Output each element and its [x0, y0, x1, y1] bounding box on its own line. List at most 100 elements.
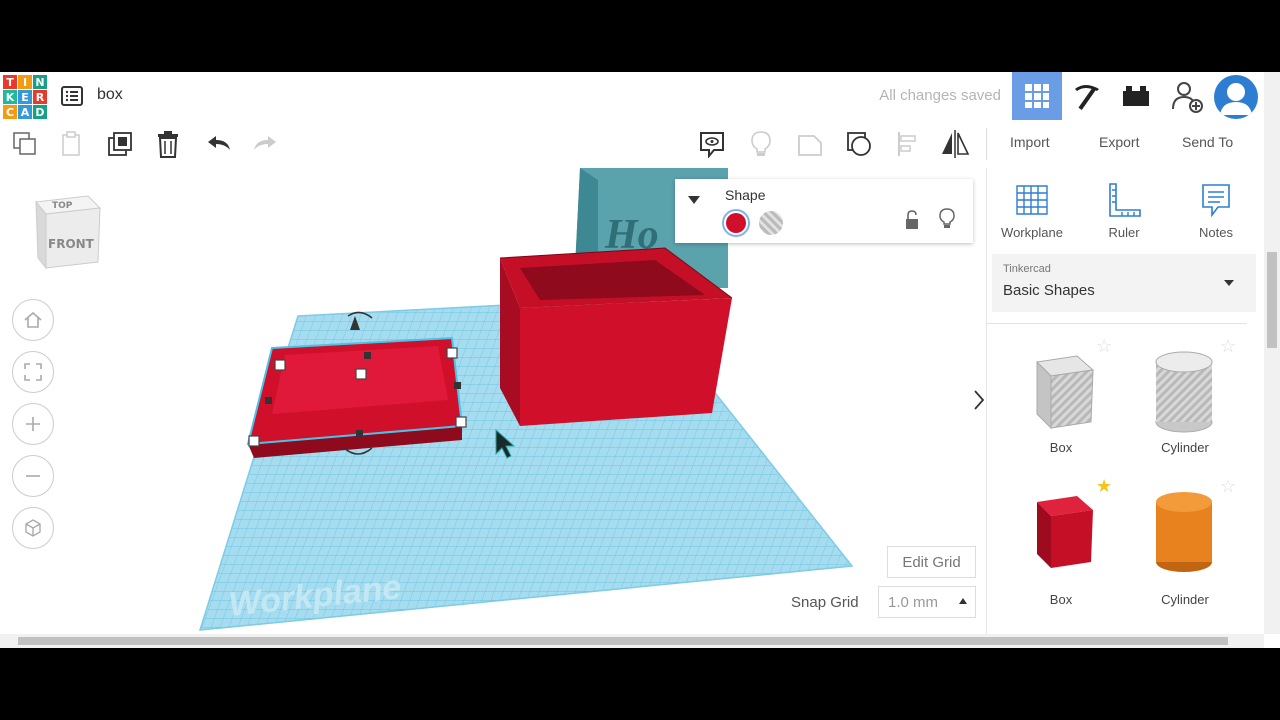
shape-name: Box — [1049, 592, 1073, 607]
list-icon — [61, 86, 83, 106]
pickaxe-view-button[interactable] — [1062, 72, 1112, 120]
edit-toolbar: Import Export Send To — [0, 120, 1280, 168]
lightbulb-icon — [751, 131, 771, 156]
horizontal-scroll-thumb[interactable] — [18, 637, 1228, 645]
lock-icon[interactable] — [904, 210, 920, 230]
add-user-icon — [1172, 82, 1203, 113]
ruler-tool[interactable]: Ruler — [1089, 182, 1159, 240]
solid-box-icon — [1037, 496, 1093, 568]
import-button[interactable]: Import — [1010, 134, 1050, 150]
shape-inspector: Shape — [675, 179, 973, 243]
shapes-grid: ☆ Box ☆ Cylinder ★ Box ☆ Cylinder — [987, 323, 1247, 635]
solid-option[interactable] — [722, 209, 750, 237]
redo-icon — [254, 136, 276, 150]
vertical-scroll-thumb[interactable] — [1267, 252, 1277, 348]
brick-icon — [1123, 86, 1149, 106]
notes-tool[interactable]: Notes — [1181, 182, 1251, 240]
send-to-button[interactable]: Send To — [1182, 134, 1233, 150]
vertical-scrollbar[interactable] — [1264, 72, 1280, 634]
logo-letter: K — [3, 90, 17, 104]
view-cube[interactable]: TOP FRONT — [30, 190, 110, 272]
user-avatar[interactable] — [1214, 75, 1258, 119]
tinkercad-logo[interactable]: TIN KER CAD — [3, 75, 47, 119]
plus-icon — [26, 417, 40, 431]
group-button[interactable] — [793, 128, 827, 160]
logo-letter: R — [33, 90, 47, 104]
caret-up-icon — [959, 598, 967, 604]
fit-view-button[interactable] — [12, 351, 54, 393]
horizontal-scrollbar[interactable] — [0, 634, 1264, 648]
workplane-tool[interactable]: Workplane — [997, 182, 1067, 240]
3d-workspace[interactable]: Workplane Ho TOP FRONT Shape Edit Grid S… — [0, 168, 986, 634]
favorite-star-icon[interactable]: ☆ — [1096, 336, 1112, 357]
ungroup-button[interactable] — [842, 128, 876, 160]
shape-tile-hole-box[interactable]: ☆ Box — [1001, 336, 1121, 476]
collapse-panel-button[interactable] — [968, 375, 986, 425]
undo-icon — [208, 136, 230, 150]
visibility-bulb-icon[interactable] — [939, 208, 955, 230]
caret-down-icon — [1224, 280, 1234, 286]
show-all-button[interactable] — [744, 128, 778, 160]
edit-grid-button[interactable]: Edit Grid — [887, 546, 976, 578]
projection-toggle-button[interactable] — [12, 507, 54, 549]
export-button[interactable]: Export — [1099, 134, 1139, 150]
group-icon — [798, 135, 822, 156]
favorite-star-icon[interactable]: ☆ — [1220, 476, 1236, 497]
zoom-in-button[interactable] — [12, 403, 54, 445]
shape-tile-solid-box[interactable]: ★ Box — [1001, 476, 1121, 628]
fit-all-icon — [24, 363, 42, 381]
favorite-star-icon[interactable]: ☆ — [1220, 336, 1236, 357]
document-title[interactable]: box — [97, 86, 123, 104]
home-icon — [24, 311, 42, 328]
hole-option[interactable] — [759, 211, 783, 235]
red-open-box[interactable] — [499, 247, 733, 426]
undo-button[interactable] — [202, 128, 236, 160]
home-view-button[interactable] — [12, 299, 54, 341]
shape-tile-solid-cylinder[interactable]: ☆ Cylinder — [1125, 476, 1245, 628]
redo-button[interactable] — [248, 128, 282, 160]
tinkercad-app: TINKERCAD box All changes saved Import E… — [0, 72, 1280, 648]
copy-button[interactable] — [8, 128, 42, 160]
align-button[interactable] — [891, 128, 925, 160]
snap-grid-label: Snap Grid — [791, 594, 859, 611]
invite-people-button[interactable] — [1162, 72, 1212, 120]
save-status: All changes saved — [879, 87, 1001, 104]
speech-bubble-icon — [700, 132, 724, 158]
paste-icon — [62, 131, 80, 156]
cube-icon — [25, 519, 41, 537]
mirror-button[interactable] — [938, 128, 972, 160]
collapse-caret-icon[interactable] — [687, 195, 701, 205]
favorite-star-icon[interactable]: ★ — [1096, 476, 1112, 497]
design-list-button[interactable] — [60, 84, 84, 108]
logo-letter: A — [18, 105, 32, 119]
top-bar: TIN KER CAD box All changes saved — [0, 72, 1280, 121]
shape-inspector-title: Shape — [725, 187, 766, 203]
copy-icon — [13, 132, 36, 155]
notes-icon — [1202, 184, 1230, 218]
blocks-view-button[interactable] — [1111, 72, 1161, 120]
ruler-icon — [1109, 183, 1141, 217]
grid-icon — [1025, 84, 1049, 108]
duplicate-button[interactable] — [104, 128, 138, 160]
snap-grid-select[interactable]: 1.0 mm — [878, 586, 976, 618]
align-icon — [898, 132, 916, 156]
shape-name: Cylinder — [1161, 440, 1209, 455]
ruler-tool-label: Ruler — [1108, 225, 1140, 240]
solid-cylinder-icon — [1156, 492, 1212, 572]
delete-button[interactable] — [151, 128, 185, 160]
paste-button[interactable] — [55, 128, 89, 160]
snap-grid-value: 1.0 mm — [888, 594, 939, 611]
shape-tile-hole-cylinder[interactable]: ☆ Cylinder — [1125, 336, 1245, 476]
library-value: Basic Shapes — [1003, 282, 1095, 299]
toolbar-separator — [986, 128, 987, 160]
pickaxe-icon — [1075, 85, 1099, 110]
zoom-out-button[interactable] — [12, 455, 54, 497]
viewcube-front-label: FRONT — [48, 237, 95, 251]
logo-letter: E — [18, 90, 32, 104]
shape-library-select[interactable]: Tinkercad Basic Shapes — [992, 254, 1256, 312]
notes-tool-button[interactable] — [695, 128, 729, 160]
logo-letter: I — [18, 75, 32, 89]
3d-design-view-button[interactable] — [1012, 72, 1062, 120]
logo-letter: D — [33, 105, 47, 119]
workplane-tool-label: Workplane — [1001, 225, 1063, 240]
